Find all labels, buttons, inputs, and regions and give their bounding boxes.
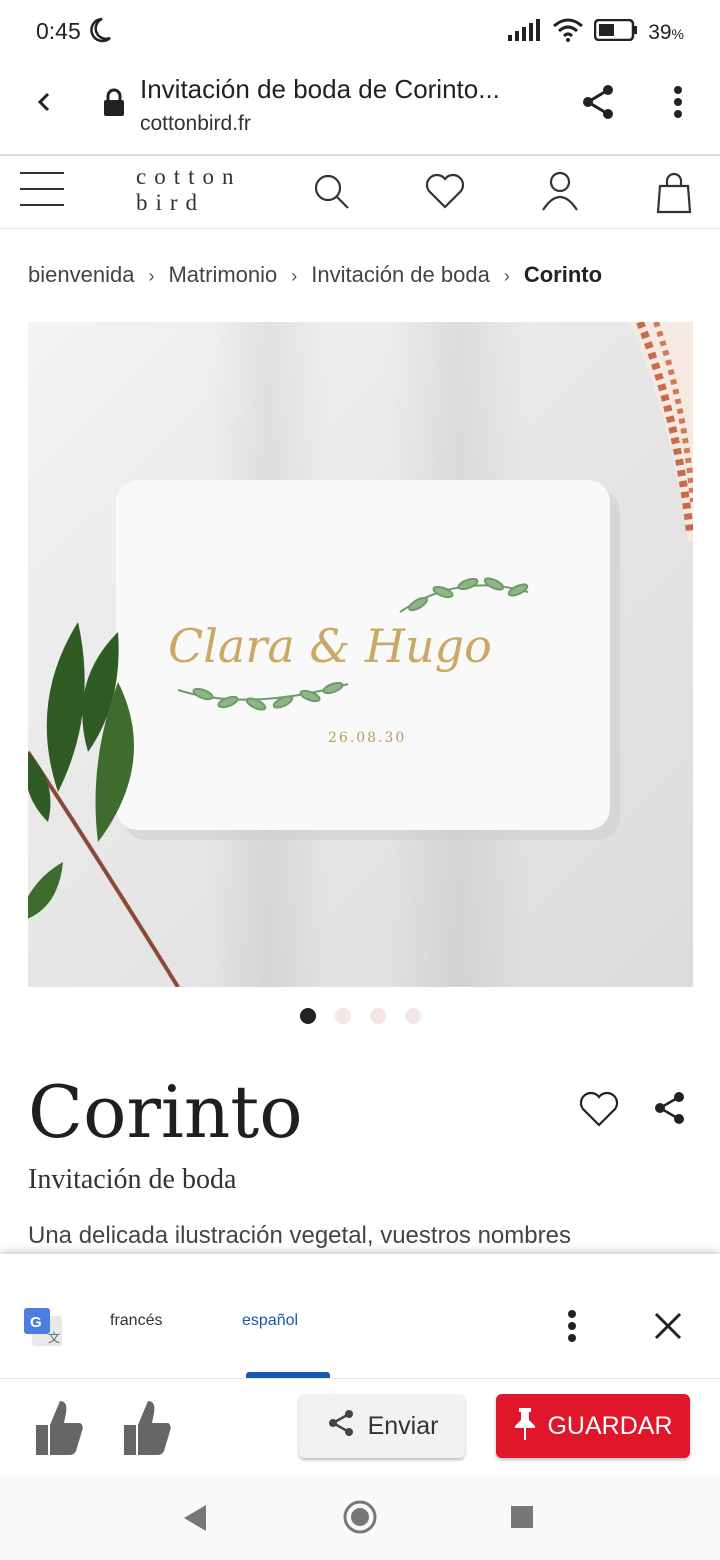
nav-back-icon[interactable]: [182, 1503, 208, 1538]
pin-icon: [513, 1406, 537, 1447]
google-translate-icon: G文: [24, 1308, 64, 1353]
target-language-tab[interactable]: español: [242, 1312, 298, 1330]
system-nav-bar: [0, 1475, 720, 1560]
status-bar: 0:45 39%: [0, 0, 720, 64]
lock-icon: [102, 88, 126, 123]
battery-percent: 39%: [648, 21, 684, 44]
action-bar: Enviar GUARDAR: [0, 1378, 720, 1476]
breadcrumb-current: Corinto: [523, 262, 603, 287]
breadcrumb-separator: ›: [148, 266, 155, 286]
breadcrumb-item[interactable]: Invitación de boda: [311, 262, 490, 287]
translate-more-icon[interactable]: [562, 1308, 582, 1353]
share-icon[interactable]: [578, 82, 618, 127]
battery-icon: [593, 18, 638, 47]
logo-line-1: cotton: [136, 164, 242, 189]
svg-text:文: 文: [48, 1330, 60, 1345]
thumbs-down-icon[interactable]: [122, 1397, 172, 1462]
page-domain[interactable]: cottonbird.fr: [140, 112, 251, 136]
product-share-icon[interactable]: [652, 1090, 688, 1131]
cart-bag-icon[interactable]: [656, 172, 692, 219]
svg-text:G: G: [30, 1314, 42, 1331]
card-names: Clara & Hugo: [168, 619, 492, 673]
battery-value: 39: [648, 21, 672, 44]
site-logo[interactable]: cotton bird: [136, 164, 242, 216]
nav-recents-icon[interactable]: [510, 1505, 534, 1534]
thumbs-up-icon[interactable]: [34, 1397, 84, 1462]
save-button[interactable]: GUARDAR: [496, 1394, 690, 1458]
send-share-icon: [326, 1408, 356, 1445]
breadcrumb-item[interactable]: Matrimonio: [168, 262, 277, 287]
hamburger-menu-icon[interactable]: [20, 170, 64, 213]
send-button[interactable]: Enviar: [299, 1394, 465, 1458]
close-icon[interactable]: [652, 1310, 684, 1347]
logo-line-2: bird: [136, 190, 206, 215]
carousel-dot[interactable]: [300, 1008, 316, 1024]
product-subtitle: Invitación de boda: [28, 1164, 237, 1195]
carousel-dot[interactable]: [405, 1008, 421, 1024]
signal-icon: [508, 19, 542, 47]
status-time: 0:45: [36, 18, 81, 44]
carousel-dot[interactable]: [370, 1008, 386, 1024]
source-language-tab[interactable]: francés: [110, 1312, 162, 1330]
translate-bar: G文 francés español: [0, 1254, 720, 1378]
search-icon[interactable]: [312, 172, 352, 217]
site-header: cotton bird: [0, 156, 720, 229]
product-photo: Clara & Hugo 26.08.30: [28, 322, 693, 987]
breadcrumb-separator: ›: [503, 266, 510, 286]
product-title: Corinto: [28, 1070, 303, 1154]
wishlist-heart-icon[interactable]: [424, 172, 466, 215]
moon-icon: [86, 16, 112, 51]
nav-home-icon[interactable]: [342, 1499, 378, 1540]
back-icon[interactable]: [30, 86, 58, 126]
breadcrumb-separator: ›: [291, 266, 298, 286]
wifi-icon: [552, 18, 584, 48]
breadcrumb-item[interactable]: bienvenida: [28, 262, 134, 287]
carousel-indicator: [300, 1008, 421, 1024]
product-description: Una delicada ilustración vegetal, vuestr…: [28, 1222, 571, 1249]
account-icon[interactable]: [540, 170, 580, 217]
carousel-dot[interactable]: [335, 1008, 351, 1024]
breadcrumb: bienvenida › Matrimonio › Invitación de boda…: [28, 262, 602, 288]
more-vert-icon[interactable]: [668, 84, 688, 129]
card-date: 26.08.30: [328, 730, 406, 746]
status-right: 39%: [508, 18, 684, 48]
product-image[interactable]: Clara & Hugo 26.08.30: [28, 322, 693, 987]
send-button-label: Enviar: [367, 1411, 439, 1440]
favorite-heart-icon[interactable]: [578, 1090, 620, 1133]
browser-url-bar: Invitación de boda de Corinto... cottonb…: [0, 64, 720, 156]
page-title[interactable]: Invitación de boda de Corinto...: [140, 74, 560, 105]
save-button-label: GUARDAR: [547, 1411, 673, 1440]
